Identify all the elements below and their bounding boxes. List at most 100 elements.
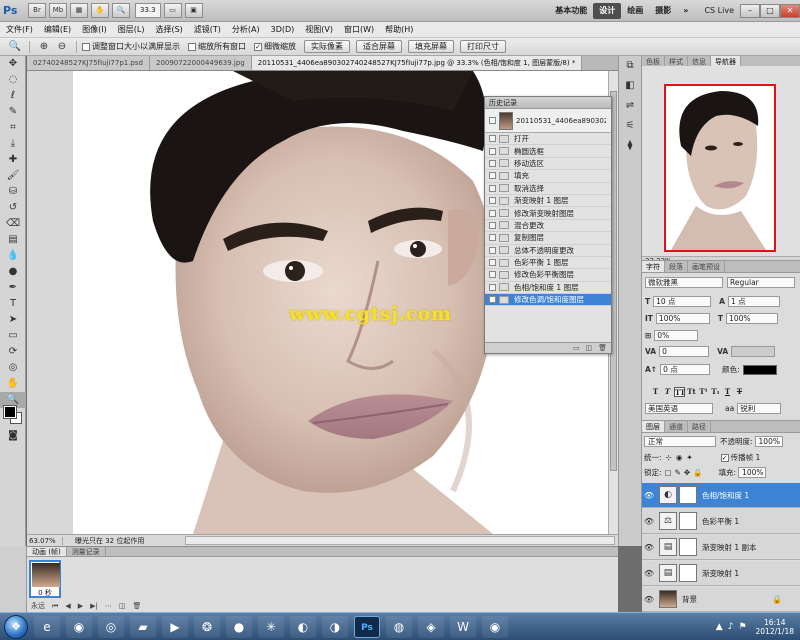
firefox-icon[interactable]: ◉ — [66, 615, 92, 638]
bridge-button[interactable]: Br — [28, 3, 46, 18]
play-icon[interactable]: ▶ — [78, 602, 83, 610]
qq-icon[interactable]: ● — [226, 615, 252, 638]
history-source-box[interactable] — [489, 246, 496, 254]
history-item[interactable]: 修改色调/饱和度图层 — [485, 294, 611, 307]
layer-row[interactable]: 👁 ▤ 渐变映射 1 — [642, 561, 800, 586]
doc-tab-2[interactable]: 20090722000449639.jpg — [149, 56, 252, 70]
loop-select[interactable]: 永远 — [31, 601, 45, 611]
zoom-in-icon[interactable]: ⊕ — [35, 40, 53, 54]
zoom-tool-button[interactable]: 🔍 — [112, 3, 130, 18]
baseline-shift-field[interactable]: 0 点 — [660, 364, 711, 375]
history-item[interactable]: 椭圆选框 — [485, 145, 611, 158]
checkbox-box[interactable] — [188, 42, 196, 51]
blend-mode-select[interactable]: 正常 — [644, 436, 716, 447]
view-extras-button[interactable]: ▦ — [70, 3, 88, 18]
history-item[interactable]: 色彩平衡 1 图层 — [485, 257, 611, 270]
color-swatches[interactable] — [3, 405, 22, 424]
history-source-box[interactable] — [489, 259, 496, 267]
crop-tool-icon[interactable]: ⌗ — [0, 120, 26, 136]
quick-mask-icon[interactable]: ◙ — [0, 428, 26, 444]
layer-row[interactable]: 👁 ◐ 色相/饱和度 1 — [642, 483, 800, 508]
tab-brush-presets[interactable]: 画笔预设 — [688, 261, 725, 272]
doc-tab-active[interactable]: 20110531_4406ea890302740248527KJ75fIuji7… — [251, 56, 583, 70]
eyedropper-tool-icon[interactable]: ⤓ — [0, 136, 26, 152]
tween-icon[interactable]: ⋯ — [105, 602, 112, 610]
history-item[interactable]: 渐变映射 1 图层 — [485, 195, 611, 208]
history-panel-title[interactable]: 历史记录 — [485, 97, 611, 109]
language-select[interactable]: 美国英语 — [645, 403, 713, 414]
history-item[interactable]: 混合更改 — [485, 220, 611, 233]
type-tool-icon[interactable]: T — [0, 296, 26, 312]
status-info[interactable]: 曝光只在 32 位起作用 — [63, 536, 185, 546]
flag-icon[interactable]: ⚑ — [738, 622, 746, 632]
screen-mode-button[interactable]: ▣ — [184, 3, 203, 18]
folder-icon[interactable]: ▰ — [130, 615, 156, 638]
frame-delay[interactable]: 0 秒 — [31, 588, 59, 598]
opacity-field[interactable]: 100% — [754, 436, 783, 447]
superscript-button[interactable]: T¹ — [698, 387, 709, 397]
history-source-box[interactable] — [489, 197, 496, 205]
history-source-box[interactable] — [489, 296, 496, 304]
faux-bold-button[interactable]: T — [650, 387, 661, 397]
layer-mask-thumbnail[interactable] — [679, 512, 697, 530]
resize-windows-checkbox[interactable]: 调整窗口大小以满屏显示 — [82, 41, 180, 52]
visibility-eye-icon[interactable]: 👁 — [642, 569, 656, 578]
tab-paragraph[interactable]: 段落 — [665, 261, 688, 272]
tracking-field[interactable] — [731, 346, 776, 357]
history-source-box[interactable] — [489, 271, 496, 279]
history-item[interactable]: 修改色彩平衡图层 — [485, 269, 611, 282]
doc-tab-1[interactable]: 02740248527KJ75fIuji77p1.psd — [27, 56, 150, 70]
leading-field[interactable]: 1 点 — [727, 296, 780, 307]
menu-edit[interactable]: 编辑(E) — [44, 24, 71, 35]
workspace-photography[interactable]: 摄影 — [649, 3, 677, 19]
menu-analysis[interactable]: 分析(A) — [232, 24, 260, 35]
layer-mask-thumbnail[interactable] — [679, 538, 697, 556]
history-panel-icon[interactable]: ⧉ — [619, 56, 641, 76]
history-item[interactable]: 填充 — [485, 170, 611, 183]
history-source-box[interactable] — [489, 184, 496, 192]
workspace-painting[interactable]: 绘画 — [621, 3, 649, 19]
menu-file[interactable]: 文件(F) — [6, 24, 33, 35]
lasso-tool-icon[interactable]: ℓ — [0, 88, 26, 104]
chrome-icon[interactable]: ◎ — [98, 615, 124, 638]
history-source-box[interactable] — [489, 172, 496, 180]
workspace-design[interactable]: 设计 — [593, 2, 622, 19]
clone-stamp-tool-icon[interactable]: ⛁ — [0, 184, 26, 200]
unify-style-icon[interactable]: ✦ — [686, 453, 692, 462]
menu-image[interactable]: 图像(I) — [82, 24, 107, 35]
history-item[interactable]: 总体不透明度更改 — [485, 245, 611, 257]
menu-window[interactable]: 窗口(W) — [344, 24, 374, 35]
layer-comps-icon[interactable]: ◧ — [619, 76, 641, 96]
tab-channels[interactable]: 通道 — [665, 421, 688, 432]
layer-mask-thumbnail[interactable] — [679, 564, 697, 582]
tool-icon[interactable]: ✳ — [258, 615, 284, 638]
marquee-tool-icon[interactable]: ◌ — [0, 72, 26, 88]
quick-select-tool-icon[interactable]: ✎ — [0, 104, 26, 120]
all-caps-button[interactable]: TT — [674, 387, 685, 397]
fit-screen-button[interactable]: 适合屏幕 — [356, 40, 402, 53]
canvas-horizontal-scrollbar[interactable] — [185, 536, 615, 545]
history-source-box[interactable] — [489, 221, 496, 229]
ie-icon[interactable]: e — [34, 615, 60, 638]
disk-icon[interactable]: ◉ — [482, 615, 508, 638]
horizontal-scale-field[interactable]: 100% — [726, 313, 779, 324]
lock-transparency-icon[interactable]: ▢ — [665, 468, 672, 477]
history-item[interactable]: 复制图层 — [485, 232, 611, 245]
start-button[interactable]: ❖ — [4, 614, 28, 639]
arrange-documents-button[interactable]: ▭ — [163, 3, 182, 18]
tracking-ratio-field[interactable]: 0% — [654, 330, 699, 341]
fill-screen-button[interactable]: 填充屏幕 — [408, 40, 454, 53]
antialias-select[interactable]: 锐利 — [737, 403, 782, 414]
history-source-box[interactable] — [489, 283, 496, 291]
kerning-field[interactable]: 0 — [659, 346, 710, 357]
layer-row[interactable]: 👁 ⚖ 色彩平衡 1 — [642, 509, 800, 534]
lock-position-icon[interactable]: ✥ — [684, 468, 690, 477]
history-item[interactable]: 打开 — [485, 133, 611, 146]
font-family-select[interactable]: 微软雅黑 — [645, 277, 723, 288]
clock[interactable]: 16:14 2012/1/18 — [756, 618, 794, 636]
history-item[interactable]: 色相/饱和度 1 图层 — [485, 282, 611, 295]
camera-icon[interactable]: ◐ — [290, 615, 316, 638]
app-icon[interactable]: ❂ — [194, 615, 220, 638]
pen-tool-icon[interactable]: ✒ — [0, 280, 26, 296]
history-source-box[interactable] — [489, 209, 496, 217]
